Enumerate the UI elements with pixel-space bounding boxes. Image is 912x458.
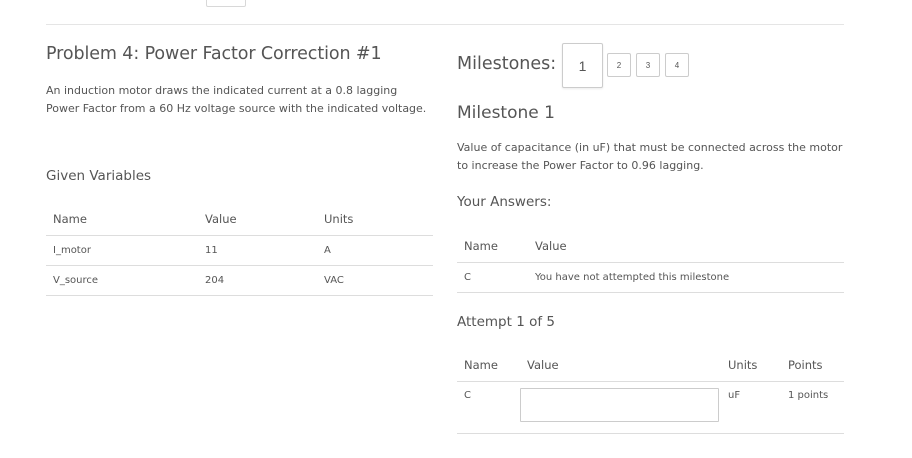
capacitance-input[interactable] <box>520 388 719 422</box>
variable-name: I_motor <box>46 235 198 266</box>
variable-name: V_source <box>46 265 198 296</box>
column-header-units: Units <box>317 202 433 236</box>
answer-value: You have not attempted this milestone <box>528 262 844 293</box>
problem-panel: Problem 4: Power Factor Correction #1 An… <box>46 42 433 296</box>
attempt-value-cell <box>520 381 721 434</box>
variable-units: A <box>317 235 433 266</box>
variable-value: 11 <box>198 235 317 266</box>
milestone-button-4[interactable]: 4 <box>665 53 689 77</box>
column-header-name: Name <box>457 229 528 263</box>
table-header-row: Name Value <box>457 229 844 263</box>
column-header-value: Value <box>520 348 721 382</box>
column-header-name: Name <box>46 202 198 236</box>
milestone-button-3[interactable]: 3 <box>636 53 660 77</box>
top-partial-button[interactable] <box>206 0 246 7</box>
variable-value: 204 <box>198 265 317 296</box>
your-answers-title: Your Answers: <box>457 194 552 210</box>
page: Problem 4: Power Factor Correction #1 An… <box>0 0 912 458</box>
table-row: V_source 204 VAC <box>46 265 433 296</box>
column-header-units: Units <box>721 348 781 382</box>
milestones-label: Milestones: <box>457 54 557 74</box>
column-header-value: Value <box>528 229 844 263</box>
table-row: C You have not attempted this milestone <box>457 262 844 293</box>
table-row: I_motor 11 A <box>46 235 433 266</box>
table-header-row: Name Value Units Points <box>457 348 844 382</box>
top-divider <box>46 24 844 25</box>
attempt-points: 1 points <box>781 381 844 434</box>
milestone-button-2[interactable]: 2 <box>607 53 631 77</box>
given-variables-title: Given Variables <box>46 168 152 184</box>
column-header-name: Name <box>457 348 520 382</box>
column-header-points: Points <box>781 348 844 382</box>
your-answers-table: Name Value C You have not attempted this… <box>457 229 844 293</box>
problem-description: An induction motor draws the indicated c… <box>46 84 427 115</box>
answer-name: C <box>457 262 528 293</box>
milestone-button-1[interactable]: 1 <box>562 43 603 88</box>
milestone-title: Milestone 1 <box>457 103 555 123</box>
attempt-variable-name: C <box>457 381 520 434</box>
table-row: C uF 1 points <box>457 381 844 434</box>
given-variables-table: Name Value Units I_motor 11 A V_source 2… <box>46 202 433 296</box>
variable-units: VAC <box>317 265 433 296</box>
column-header-value: Value <box>198 202 317 236</box>
table-header-row: Name Value Units <box>46 202 433 236</box>
milestone-description: Value of capacitance (in uF) that must b… <box>457 141 843 172</box>
attempt-title: Attempt 1 of 5 <box>457 314 555 330</box>
attempt-table: Name Value Units Points C uF 1 points <box>457 348 844 434</box>
attempt-units: uF <box>721 381 781 434</box>
problem-title: Problem 4: Power Factor Correction #1 <box>46 44 382 64</box>
